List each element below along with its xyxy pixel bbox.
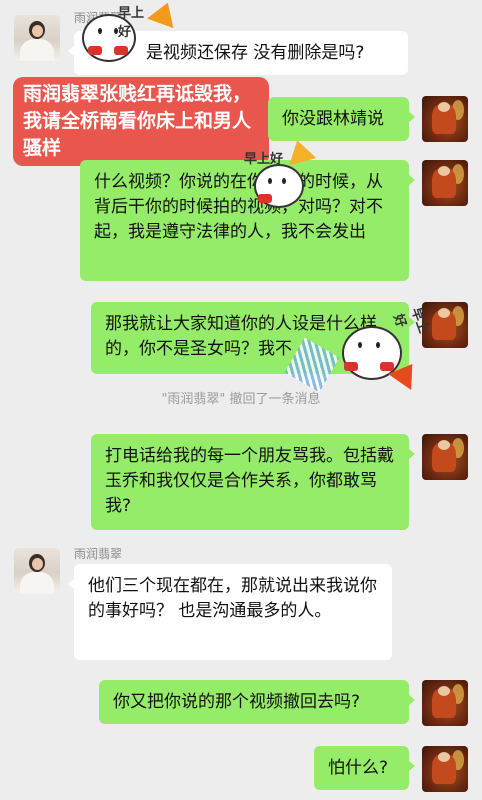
self-avatar[interactable]	[422, 680, 468, 726]
message-bubble-right[interactable]: 你没跟林靖说	[268, 97, 415, 141]
message-text: 打电话给我的每一个朋友骂我。包括戴玉乔和我仅仅是合作关系，你都敢骂我?	[105, 446, 394, 516]
spark-icon	[147, 0, 181, 29]
contact-name: 雨润翡翠	[74, 547, 123, 561]
self-avatar[interactable]	[422, 160, 468, 206]
message-text: 他们三个现在都在，那就说出来我说你的事好吗？ 也是沟通最多的人。	[88, 576, 377, 621]
self-avatar[interactable]	[422, 746, 468, 792]
self-avatar[interactable]	[422, 434, 468, 480]
message-text: 是视频还保存 没有删除是吗?	[146, 43, 365, 63]
message-text: 怕什么?	[328, 758, 389, 778]
overlay-caption: 雨润翡翠张贱红再诋毁我，我请全桥南看你床上和男人骚样	[13, 77, 269, 166]
self-avatar[interactable]	[422, 96, 468, 142]
sticker-text: 早上好	[244, 152, 284, 167]
overlay-caption-text: 雨润翡翠张贱红再诋毁我，我请全桥南看你床上和男人骚样	[23, 83, 252, 159]
cartoon-sticker-icon: 早上好	[72, 2, 146, 66]
message-text: 什么视频？你说的在你干你的时候，从背后干你的时候拍的视频，对吗？对不起，我是遵守…	[94, 172, 383, 242]
sticker-text: 早上好	[118, 6, 145, 40]
contact-avatar[interactable]	[14, 15, 60, 61]
message-bubble-right[interactable]: 怕什么?	[314, 746, 415, 790]
message-bubble-right[interactable]: 你又把你说的那个视频撤回去吗?	[99, 680, 415, 724]
message-text: 你没跟林靖说	[282, 109, 384, 129]
message-text: 你又把你说的那个视频撤回去吗?	[113, 692, 361, 712]
contact-avatar[interactable]	[14, 548, 60, 594]
message-bubble-right[interactable]: 打电话给我的每一个朋友骂我。包括戴玉乔和我仅仅是合作关系，你都敢骂我?	[91, 434, 415, 530]
message-bubble-left[interactable]: 他们三个现在都在，那就说出来我说你的事好吗？ 也是沟通最多的人。	[68, 564, 392, 660]
